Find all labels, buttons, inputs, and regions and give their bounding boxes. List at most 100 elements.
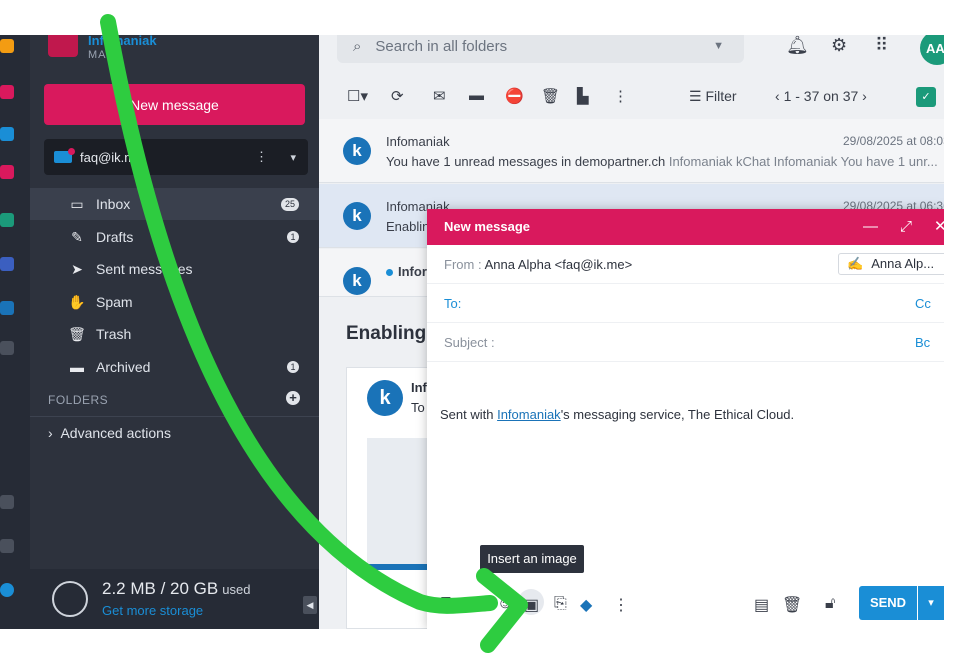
advanced-actions-label: Advanced actions xyxy=(60,425,171,441)
filter-button[interactable]: ☰ Filter xyxy=(689,88,737,105)
expand-icon[interactable]: ⤢ xyxy=(900,209,912,245)
brand-sub: MAIL xyxy=(88,49,118,61)
support-icon[interactable] xyxy=(0,583,14,597)
sender-avatar: k xyxy=(343,137,371,165)
preview-from: Inf xyxy=(411,380,427,395)
page-range: 1 - 37 on 37 xyxy=(783,88,859,104)
new-message-button[interactable]: New message xyxy=(44,84,305,125)
add-folder-icon[interactable]: + xyxy=(286,391,300,405)
gear-icon[interactable]: ⚙ xyxy=(831,35,847,56)
compose-window: New message — ⤢ ✕ From : Anna Alpha <faq@… xyxy=(427,209,944,629)
preview-to: To xyxy=(411,400,425,415)
bell-icon[interactable]: 🔔︎ xyxy=(786,35,809,56)
count-badge: 1 xyxy=(287,231,299,243)
chevron-right-icon: › xyxy=(48,425,61,441)
infomaniak-logo xyxy=(48,35,78,57)
sidebar-item-label: Sent messages xyxy=(96,261,193,277)
infomaniak-link[interactable]: Infomaniak xyxy=(497,407,561,422)
avatar[interactable]: AA xyxy=(920,35,944,65)
list-item[interactable]: k Infomaniak You have 1 unread messages … xyxy=(319,119,944,183)
globe-app-icon[interactable] xyxy=(0,301,14,315)
search-input[interactable]: ⌕ Search in all folders ▼ xyxy=(337,35,744,63)
folders-heading: FOLDERS xyxy=(48,393,109,407)
next-page-icon[interactable]: › xyxy=(858,88,867,104)
more-actions-icon[interactable]: ⋮ xyxy=(613,87,628,105)
encryption-lock-icon[interactable]: 🔓︎ xyxy=(825,595,835,613)
send-options-chevron-icon[interactable]: ▾ xyxy=(918,586,944,620)
sidebar: Infomaniak MAIL New message faq@ik.me ⋮ … xyxy=(30,35,319,629)
check-icon[interactable]: ✓ xyxy=(916,87,936,107)
minimize-icon[interactable]: — xyxy=(863,209,878,245)
drive-app-icon[interactable] xyxy=(0,127,14,141)
unread-dot xyxy=(386,269,393,277)
search-icon: ⌕ xyxy=(353,37,362,55)
mail-subject: Enablin xyxy=(386,219,430,234)
kdrive-icon[interactable]: ◆ xyxy=(580,595,592,615)
storage-amount: 2.2 MB / 20 GB xyxy=(102,579,219,598)
prev-page-icon[interactable]: ‹ xyxy=(775,88,784,104)
compose-body[interactable]: Sent with Infomaniak's messaging service… xyxy=(440,407,794,422)
envelope-icon xyxy=(54,148,75,163)
mark-read-icon[interactable]: ✉ xyxy=(433,87,446,105)
storage-used: 2.2 MB / 20 GB used xyxy=(102,579,250,599)
spam-icon: ✋ xyxy=(68,293,86,310)
more-options-icon[interactable]: ⋮ xyxy=(613,595,629,615)
account-address: faq@ik.me xyxy=(80,149,143,165)
send-button[interactable]: SEND xyxy=(859,586,917,620)
app-rail xyxy=(0,35,30,629)
apps-grid-icon[interactable] xyxy=(0,341,14,355)
storage-used-suffix: used xyxy=(222,582,251,597)
sidebar-item-trash[interactable]: 🗑 Trash xyxy=(30,318,319,350)
unread-count-badge: 25 xyxy=(281,197,299,211)
compose-header: New message — ⤢ ✕ xyxy=(427,209,944,245)
text-format-icon[interactable]: T xyxy=(441,595,451,613)
phone-icon[interactable] xyxy=(0,495,14,509)
subject-label: Subject : xyxy=(444,335,495,350)
sidebar-item-spam[interactable]: ✋ Spam xyxy=(30,286,319,318)
select-all-checkbox[interactable]: ☐▾ xyxy=(347,87,368,105)
signature-select[interactable]: ✍ Anna Alp... xyxy=(838,253,944,275)
trash-icon[interactable]: 🗑 xyxy=(541,87,560,105)
to-field[interactable]: To: Cc Bc xyxy=(427,284,944,350)
attachment-icon[interactable]: ⎘ xyxy=(554,595,567,613)
subject-field[interactable]: Subject : xyxy=(427,323,944,362)
sender-avatar: k xyxy=(343,267,371,295)
search-scope-dropdown-icon[interactable]: ▼ xyxy=(713,40,724,52)
mail-app-icon[interactable] xyxy=(0,85,14,99)
sidebar-item-archived[interactable]: ▬ Archived 1 xyxy=(30,351,319,383)
mail-date: 29/08/2025 at 08:03 xyxy=(843,134,944,148)
calendar-app-icon[interactable] xyxy=(0,165,14,179)
move-folder-icon[interactable]: ▙ xyxy=(577,87,589,105)
chat-icon[interactable] xyxy=(0,539,14,553)
get-more-storage-link[interactable]: Get more storage xyxy=(102,603,203,618)
mail-sender: Infor xyxy=(386,264,427,279)
sidebar-item-label: Inbox xyxy=(96,196,131,212)
sidebar-item-drafts[interactable]: ✎ Drafts 1 xyxy=(30,221,319,253)
advanced-actions-toggle[interactable]: › Advanced actions xyxy=(48,425,171,441)
account-selector[interactable]: faq@ik.me ⋮ ▾ xyxy=(44,139,308,175)
brand-name: Infomaniak xyxy=(88,35,157,48)
app-switch-icon[interactable] xyxy=(0,39,14,53)
kdrive-app-icon[interactable] xyxy=(0,257,14,271)
chevron-down-icon[interactable]: ▾ xyxy=(290,151,296,164)
save-draft-icon[interactable]: ▤ xyxy=(754,595,769,615)
more-options-icon[interactable]: ⋮ xyxy=(255,149,268,165)
screenshot-frame: Infomaniak MAIL New message faq@ik.me ⋮ … xyxy=(0,35,944,629)
from-value: Anna Alpha <faq@ik.me> xyxy=(484,257,633,272)
storage-panel: 2.2 MB / 20 GB used Get more storage xyxy=(30,569,319,629)
archive-icon: ▬ xyxy=(70,359,84,375)
sidebar-item-inbox[interactable]: ▭ Inbox 25 xyxy=(30,188,319,220)
spam-icon[interactable]: ⛔ xyxy=(505,87,524,105)
body-prefix: Sent with xyxy=(440,407,498,422)
archive-icon[interactable]: ▬ xyxy=(469,87,484,104)
kchat-app-icon[interactable] xyxy=(0,213,14,227)
discard-icon[interactable]: 🗑 xyxy=(782,595,802,615)
emoji-icon[interactable]: ☺ xyxy=(497,595,513,613)
close-icon[interactable]: ✕ xyxy=(934,209,944,245)
apps-grid-icon[interactable]: ⠿ xyxy=(875,35,888,56)
collapse-sidebar-icon[interactable]: ◀ xyxy=(303,596,317,614)
sidebar-divider xyxy=(30,416,319,417)
sidebar-item-sent[interactable]: ➤ Sent messages xyxy=(30,253,319,285)
refresh-icon[interactable]: ⟳ xyxy=(391,87,404,105)
inbox-icon: ▭ xyxy=(70,195,84,212)
